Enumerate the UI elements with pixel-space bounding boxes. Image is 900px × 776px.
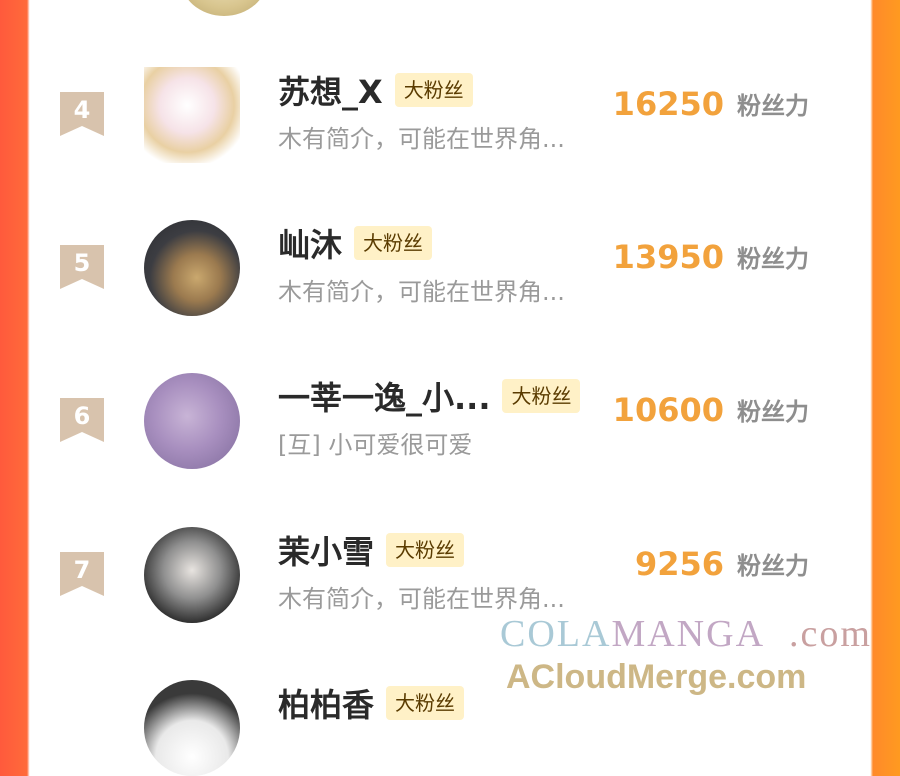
watermark-line1: COLAMANGA .com (500, 612, 872, 656)
user-name-text[interactable]: 屾沐 (278, 226, 342, 264)
list-item[interactable]: 7 茉小雪 大粉丝 木有简介，可能在世界角... 9256 粉丝力 (30, 522, 870, 623)
avatar[interactable] (180, 0, 268, 16)
fan-score-unit: 粉丝力 (737, 245, 809, 273)
list-item[interactable]: 4 苏想_X 大粉丝 木有简介，可能在世界角... 16250 粉丝力 (30, 62, 870, 163)
user-name[interactable]: 苏想_X 大粉丝 (278, 72, 473, 112)
rank-badge: 4 (60, 92, 104, 136)
avatar[interactable] (144, 527, 240, 623)
rank-badge: 5 (60, 245, 104, 289)
fan-score: 9256 (634, 545, 724, 583)
user-bio: 木有简介，可能在世界角... (278, 125, 565, 153)
fan-badge: 大粉丝 (502, 379, 581, 413)
watermark-line2: ACloudMerge.com (506, 658, 807, 696)
user-name-text[interactable]: 一莘一逸_小... (278, 379, 490, 417)
list-item[interactable]: 5 屾沐 大粉丝 木有简介，可能在世界角... 13950 粉丝力 (30, 215, 870, 316)
rank-badge: 7 (60, 552, 104, 596)
watermark-com: .com (789, 613, 872, 655)
watermark-cola: COLA (500, 613, 612, 655)
user-name-text[interactable]: 苏想_X (278, 73, 383, 111)
user-bio: 木有简介，可能在世界角... (278, 585, 565, 613)
fan-badge: 大粉丝 (354, 226, 433, 260)
user-name[interactable]: 一莘一逸_小... 大粉丝 (278, 378, 581, 418)
user-bio: 木有简介，可能在世界角... (278, 278, 565, 306)
fan-badge: 大粉丝 (394, 73, 473, 107)
user-name[interactable]: 柏柏香 大粉丝 (278, 685, 465, 725)
fan-badge: 大粉丝 (386, 686, 465, 720)
user-name-text[interactable]: 柏柏香 (278, 686, 374, 724)
fan-badge: 大粉丝 (386, 533, 465, 567)
avatar[interactable] (144, 680, 240, 776)
user-bio: [互] 小可爱很可爱 (278, 431, 473, 459)
fan-score: 16250 (612, 85, 724, 123)
fan-score-unit: 粉丝力 (737, 92, 809, 120)
avatar[interactable] (144, 220, 240, 316)
rank-number: 5 (73, 249, 91, 277)
ranking-card: 4 苏想_X 大粉丝 木有简介，可能在世界角... 16250 粉丝力 5 屾沐大… (30, 0, 870, 776)
fan-score: 10600 (612, 391, 724, 429)
avatar[interactable] (144, 373, 240, 469)
watermark: COLAMANGA .com ACloudMerge.com (500, 612, 890, 702)
rank-badge: 6 (60, 398, 104, 442)
user-name[interactable]: 茉小雪 大粉丝 (278, 532, 465, 572)
rank-number: 4 (73, 96, 91, 124)
fan-score-unit: 粉丝力 (737, 398, 809, 426)
list-item[interactable]: 6 一莘一逸_小... 大粉丝 [互] 小可爱很可爱 10600 粉丝力 (30, 368, 870, 469)
avatar[interactable] (144, 67, 240, 163)
fan-score: 13950 (612, 238, 724, 276)
user-name[interactable]: 屾沐 大粉丝 (278, 225, 433, 265)
watermark-manga: MANGA (611, 613, 766, 655)
rank-number: 7 (73, 556, 91, 584)
user-name-text[interactable]: 茉小雪 (278, 533, 374, 571)
rank-number: 6 (73, 402, 91, 430)
fan-score-unit: 粉丝力 (737, 552, 809, 580)
